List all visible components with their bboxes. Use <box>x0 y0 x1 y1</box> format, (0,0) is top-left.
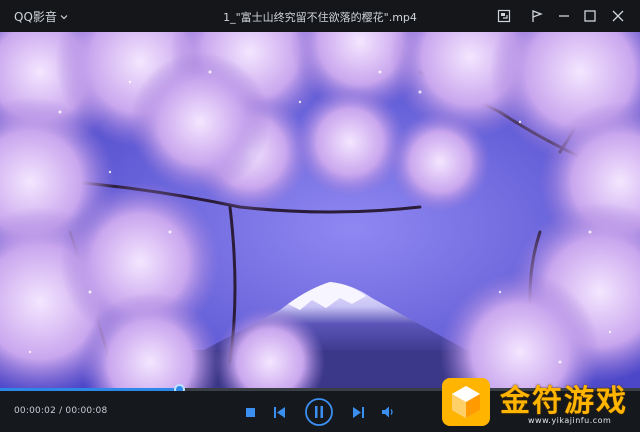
share-icon <box>532 10 543 22</box>
watermark-logo: 金符游戏 www.yikajinfu.com <box>440 376 632 428</box>
pip-icon <box>497 9 511 23</box>
video-scene-image <box>0 32 640 390</box>
previous-button[interactable] <box>272 404 288 420</box>
app-menu-button[interactable]: QQ影音 <box>14 8 68 25</box>
current-time: 00:00:02 <box>14 406 57 416</box>
title-bar: QQ影音 1_"富士山终究留不住欲落的樱花".mp4 <box>0 0 640 32</box>
minimize-button[interactable] <box>554 6 574 26</box>
pause-icon <box>305 398 333 426</box>
volume-icon <box>382 406 393 418</box>
time-display: 00:00:02 / 00:00:08 <box>14 406 107 416</box>
chevron-down-icon <box>60 14 68 19</box>
total-time: 00:00:08 <box>65 406 108 416</box>
pause-button[interactable] <box>304 397 334 427</box>
maximize-icon <box>584 10 596 22</box>
share-button[interactable] <box>527 6 547 26</box>
app-name: QQ影音 <box>14 10 57 24</box>
pip-button[interactable] <box>494 6 514 26</box>
next-button[interactable] <box>350 404 366 420</box>
cube-logo-icon <box>442 378 490 426</box>
time-separator: / <box>56 406 66 416</box>
video-frame[interactable] <box>0 32 640 390</box>
watermark-url: www.yikajinfu.com <box>528 416 612 425</box>
minimize-icon <box>559 15 569 17</box>
close-button[interactable] <box>608 6 628 26</box>
next-icon <box>353 406 364 418</box>
maximize-button[interactable] <box>580 6 600 26</box>
previous-icon <box>274 406 285 418</box>
stop-icon <box>245 407 255 417</box>
volume-button[interactable] <box>381 404 397 420</box>
close-icon <box>612 10 624 22</box>
watermark-text: 金符游戏 <box>500 384 628 419</box>
stop-button[interactable] <box>243 405 257 419</box>
